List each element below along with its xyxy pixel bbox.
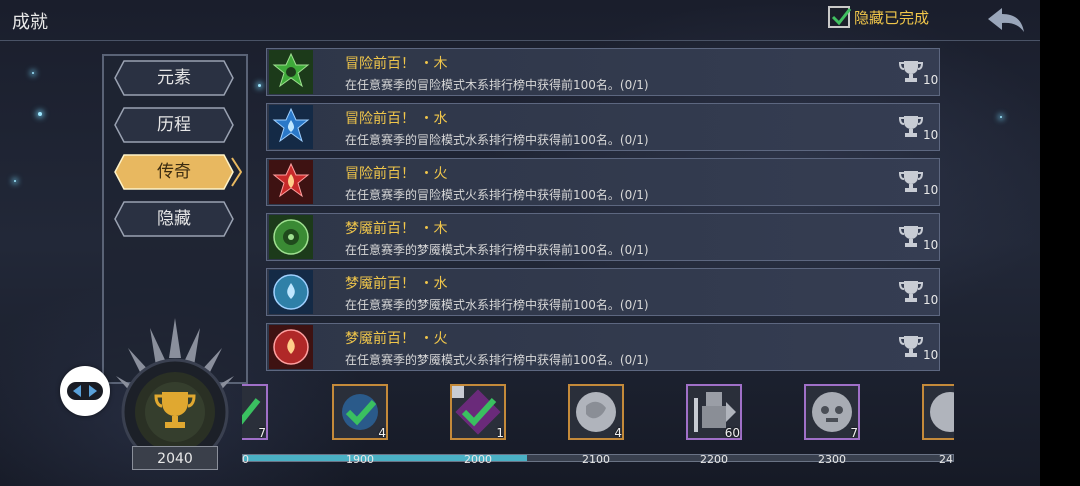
silver-trophy-icon bbox=[899, 116, 923, 137]
reward-count: 7 bbox=[850, 426, 858, 440]
page-title: 成就 bbox=[12, 12, 48, 33]
fire-round-emblem-icon bbox=[269, 325, 313, 369]
hide-completed-checkbox[interactable] bbox=[828, 6, 852, 28]
achievement-title: 冒险前百！ ・火 bbox=[345, 166, 448, 182]
back-button[interactable] bbox=[986, 6, 1026, 34]
milestone-reward[interactable]: 60 bbox=[686, 384, 744, 442]
achievement-title: 冒险前百！ ・木 bbox=[345, 56, 448, 72]
wood-round-emblem-icon bbox=[269, 215, 313, 259]
milestone-reward[interactable]: 7 bbox=[242, 384, 270, 442]
achievement-reward: 10 bbox=[899, 279, 939, 313]
category-label: 传奇 bbox=[157, 162, 191, 182]
hide-completed-label: 隐藏已完成 bbox=[854, 8, 930, 27]
reward-count: 10 bbox=[923, 128, 939, 142]
silver-trophy-icon bbox=[899, 226, 923, 247]
sparkle-star bbox=[1000, 116, 1002, 118]
sparkle-star bbox=[32, 72, 34, 74]
category-button-hidden[interactable]: 隐藏 bbox=[114, 201, 234, 237]
milestone-reward[interactable]: 4 bbox=[568, 384, 626, 442]
category-button-legend[interactable]: 传奇 bbox=[114, 154, 242, 190]
achievement-description: 在任意赛季的冒险模式木系排行榜中获得前100名。(0/1) bbox=[345, 78, 649, 92]
achievement-title: 梦魇前百！ ・火 bbox=[345, 331, 448, 347]
reward-count: 10 bbox=[923, 183, 939, 197]
water-star-emblem-icon bbox=[269, 105, 313, 149]
milestone-reward[interactable] bbox=[922, 384, 954, 442]
achievement-description: 在任意赛季的梦魇模式水系排行榜中获得前100名。(0/1) bbox=[345, 298, 649, 312]
milestone-tick-label: 2100 bbox=[582, 453, 610, 466]
milestone-tick-label: 24 bbox=[939, 453, 953, 466]
achievement-description: 在任意赛季的冒险模式火系排行榜中获得前100名。(0/1) bbox=[345, 188, 649, 202]
achievement-reward: 10 bbox=[899, 334, 939, 368]
reward-count: 60 bbox=[724, 426, 740, 440]
reward-count: 7 bbox=[258, 426, 266, 440]
double-arrow-icon bbox=[67, 382, 103, 400]
reward-count: 10 bbox=[923, 238, 939, 252]
category-label: 历程 bbox=[157, 115, 191, 135]
category-label: 元素 bbox=[157, 68, 191, 88]
milestone-tick-label: 2200 bbox=[700, 453, 728, 466]
achievement-description: 在任意赛季的梦魇模式木系排行榜中获得前100名。(0/1) bbox=[345, 243, 649, 257]
achievement-row[interactable]: 梦魇前百！ ・水 在任意赛季的梦魇模式水系排行榜中获得前100名。(0/1) 1… bbox=[266, 268, 940, 316]
silver-trophy-icon bbox=[899, 171, 923, 192]
achievement-description: 在任意赛季的冒险模式水系排行榜中获得前100名。(0/1) bbox=[345, 133, 649, 147]
fire-star-emblem-icon bbox=[269, 160, 313, 204]
reward-count: 10 bbox=[923, 293, 939, 307]
sparkle-star bbox=[14, 180, 16, 182]
reward-count: 4 bbox=[378, 426, 386, 440]
achievement-score: 2040 bbox=[132, 446, 218, 470]
achievement-reward: 10 bbox=[899, 224, 939, 258]
achievement-row[interactable]: 冒险前百！ ・水 在任意赛季的冒险模式水系排行榜中获得前100名。(0/1) 1… bbox=[266, 103, 940, 151]
hide-completed-toggle[interactable]: 隐藏已完成 bbox=[828, 6, 929, 28]
milestone-reward[interactable]: 1 bbox=[450, 384, 508, 442]
reward-count: 10 bbox=[923, 73, 939, 87]
achievement-description: 在任意赛季的梦魇模式火系排行榜中获得前100名。(0/1) bbox=[345, 353, 649, 367]
achievement-title: 梦魇前百！ ・木 bbox=[345, 221, 448, 237]
milestone-tick-label: 00 bbox=[242, 453, 249, 466]
category-label: 隐藏 bbox=[157, 209, 191, 229]
silver-trophy-icon bbox=[899, 61, 923, 82]
reward-count: 1 bbox=[496, 426, 504, 440]
silver-trophy-icon bbox=[899, 281, 923, 302]
milestone-reward[interactable]: 4 bbox=[332, 384, 390, 442]
achievement-title: 冒险前百！ ・水 bbox=[345, 111, 448, 127]
achievement-row[interactable]: 冒险前百！ ・木 在任意赛季的冒险模式木系排行榜中获得前100名。(0/1) 1… bbox=[266, 48, 940, 96]
achievement-row[interactable]: 冒险前百！ ・火 在任意赛季的冒险模式火系排行榜中获得前100名。(0/1) 1… bbox=[266, 158, 940, 206]
floating-assist-button[interactable] bbox=[60, 366, 110, 416]
milestone-tick-label: 2000 bbox=[464, 453, 492, 466]
achievement-reward: 10 bbox=[899, 59, 939, 93]
achievement-row[interactable]: 梦魇前百！ ・火 在任意赛季的梦魇模式火系排行榜中获得前100名。(0/1) 1… bbox=[266, 323, 940, 371]
achievement-row[interactable]: 梦魇前百！ ・木 在任意赛季的梦魇模式木系排行榜中获得前100名。(0/1) 1… bbox=[266, 213, 940, 261]
reward-count: 10 bbox=[923, 348, 939, 362]
water-round-emblem-icon bbox=[269, 270, 313, 314]
category-button-history[interactable]: 历程 bbox=[114, 107, 234, 143]
screen-edge bbox=[1040, 0, 1080, 486]
sparkle-star bbox=[38, 112, 42, 116]
check-icon bbox=[831, 8, 852, 26]
category-button-elements[interactable]: 元素 bbox=[114, 60, 234, 96]
sparkle-star bbox=[258, 84, 261, 87]
header-bar: 成就 隐藏已完成 bbox=[0, 0, 1040, 41]
achievement-title: 梦魇前百！ ・水 bbox=[345, 276, 448, 292]
achievement-reward: 10 bbox=[899, 114, 939, 148]
milestone-tick-label: 2300 bbox=[818, 453, 846, 466]
stone-orb-icon bbox=[930, 392, 954, 432]
back-arrow-icon bbox=[988, 8, 1024, 32]
silver-trophy-icon bbox=[899, 336, 923, 357]
milestone-track: 7 4 1 4 60 7 00 1900 2000 2100 2200 2300… bbox=[242, 380, 954, 486]
wood-star-emblem-icon bbox=[269, 50, 313, 94]
achievement-reward: 10 bbox=[899, 169, 939, 203]
milestone-reward[interactable]: 7 bbox=[804, 384, 862, 442]
reward-count: 4 bbox=[614, 426, 622, 440]
milestone-tick-label: 1900 bbox=[346, 453, 374, 466]
